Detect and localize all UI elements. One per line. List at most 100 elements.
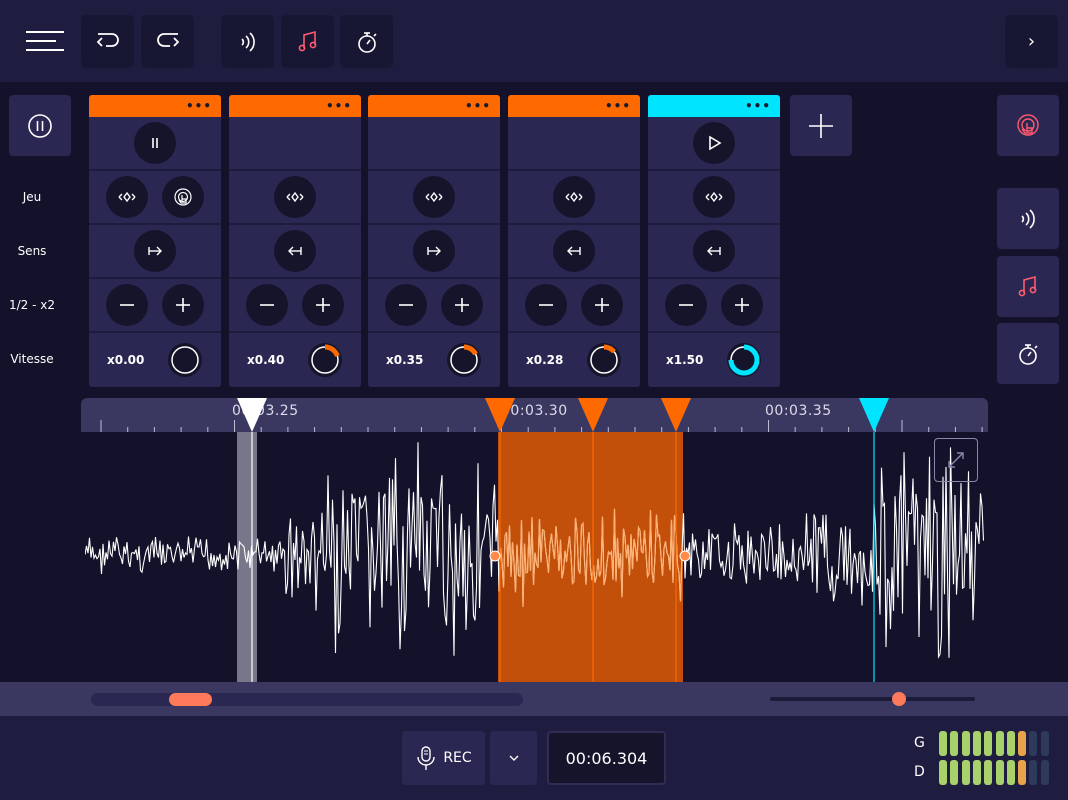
redo-button[interactable] <box>141 15 194 68</box>
touch-mode-button[interactable] <box>997 95 1059 156</box>
scroll-thumb[interactable] <box>168 693 212 706</box>
track-strip: ••• x0.28 <box>508 95 640 387</box>
track-header[interactable]: ••• <box>89 95 221 117</box>
track-play-row <box>508 117 640 171</box>
speed-double-button[interactable] <box>441 284 483 326</box>
loop-end-marker[interactable] <box>661 398 691 682</box>
sound-waves-icon <box>240 31 255 52</box>
vu-segment <box>995 760 1004 785</box>
microphone-icon <box>417 746 436 770</box>
arrow-right-icon <box>148 246 162 256</box>
speed-double-button[interactable] <box>721 284 763 326</box>
speed-knob[interactable] <box>726 342 762 378</box>
minus-icon <box>120 304 134 306</box>
more-options-icon[interactable]: ••• <box>605 100 631 112</box>
play-icon <box>709 135 722 151</box>
plus-icon <box>809 113 833 138</box>
track-header[interactable]: ••• <box>508 95 640 117</box>
loop-button[interactable] <box>274 176 316 218</box>
more-options-icon[interactable]: ••• <box>186 100 212 112</box>
vu-right-label: D <box>914 764 925 780</box>
minus-icon <box>539 304 553 306</box>
vu-segment <box>1018 731 1027 756</box>
speed-half-button[interactable] <box>665 284 707 326</box>
pause-circle-icon <box>28 113 52 138</box>
fade-handle[interactable] <box>489 550 501 562</box>
loop-button[interactable] <box>553 176 595 218</box>
more-options-icon[interactable]: ••• <box>326 100 352 112</box>
speed-half-button[interactable] <box>525 284 567 326</box>
vu-segment <box>984 760 993 785</box>
loop-icon <box>286 191 304 203</box>
vu-segment <box>961 731 970 756</box>
speed-double-button[interactable] <box>581 284 623 326</box>
playhead-marker[interactable] <box>237 398 267 682</box>
speed-double-button[interactable] <box>162 284 204 326</box>
more-options-icon[interactable]: ••• <box>465 100 491 112</box>
waveform-editor[interactable]: 00:03.25 00:03.30 00:03.35 <box>81 398 988 682</box>
loop-button[interactable] <box>693 176 735 218</box>
speed-value: x0.35 <box>386 353 424 367</box>
speed-half-button[interactable] <box>106 284 148 326</box>
vu-segment <box>1040 731 1049 756</box>
track-speed-row: x0.40 <box>229 333 361 387</box>
zoom-slider[interactable] <box>770 692 975 706</box>
cue-marker[interactable] <box>859 398 889 682</box>
side-sound-button[interactable] <box>997 188 1059 249</box>
zoom-handle[interactable] <box>892 692 907 706</box>
side-music-button[interactable] <box>997 256 1059 317</box>
track-direction-row <box>89 225 221 279</box>
record-options-dropdown[interactable] <box>490 731 537 785</box>
pause-button[interactable] <box>134 122 176 164</box>
music-button[interactable] <box>281 15 334 68</box>
time-display: 00:06.304 <box>547 731 666 785</box>
direction-button[interactable] <box>274 230 316 272</box>
vu-segment <box>939 731 947 756</box>
direction-button[interactable] <box>134 230 176 272</box>
undo-button[interactable] <box>81 15 134 68</box>
track-header[interactable]: ••• <box>368 95 500 117</box>
speed-knob[interactable] <box>307 342 343 378</box>
global-pause-button[interactable] <box>9 95 71 156</box>
loop-button[interactable] <box>413 176 455 218</box>
speed-half-button[interactable] <box>246 284 288 326</box>
speed-value: x0.40 <box>247 353 285 367</box>
direction-button[interactable] <box>553 230 595 272</box>
vu-segment <box>995 731 1004 756</box>
direction-button[interactable] <box>693 230 735 272</box>
add-track-button[interactable] <box>790 95 852 156</box>
vu-segment <box>1040 760 1049 785</box>
scroll-track[interactable] <box>91 693 523 706</box>
vu-segment <box>939 760 947 785</box>
speed-half-button[interactable] <box>385 284 427 326</box>
track-play-row <box>368 117 500 171</box>
vu-segment <box>950 731 959 756</box>
arrow-left-icon <box>707 246 721 256</box>
track-speed-step-row <box>508 279 640 333</box>
fade-handle[interactable] <box>679 550 691 562</box>
track-header[interactable]: ••• <box>229 95 361 117</box>
speed-double-button[interactable] <box>302 284 344 326</box>
loop-start-marker[interactable] <box>485 398 515 682</box>
expand-button[interactable] <box>934 438 978 482</box>
next-button[interactable]: › <box>1005 15 1058 68</box>
sound-button[interactable] <box>221 15 274 68</box>
speed-knob[interactable] <box>586 342 622 378</box>
record-button[interactable]: REC <box>402 731 485 785</box>
timer-button[interactable] <box>340 15 393 68</box>
touch-icon <box>1017 113 1039 136</box>
more-options-icon[interactable]: ••• <box>745 100 771 112</box>
loop-button[interactable] <box>106 176 148 218</box>
track-header[interactable]: ••• <box>648 95 780 117</box>
speed-knob[interactable] <box>167 342 203 378</box>
play-button[interactable] <box>693 122 735 164</box>
menu-button[interactable] <box>22 26 66 56</box>
direction-button[interactable] <box>413 230 455 272</box>
track-loop-row <box>89 171 221 225</box>
side-timer-button[interactable] <box>997 323 1059 384</box>
speed-knob[interactable] <box>446 342 482 378</box>
touch-trigger-button[interactable] <box>162 176 204 218</box>
loop-middle-marker[interactable] <box>578 398 608 682</box>
stopwatch-icon <box>1019 343 1038 365</box>
loop-icon <box>565 191 583 203</box>
